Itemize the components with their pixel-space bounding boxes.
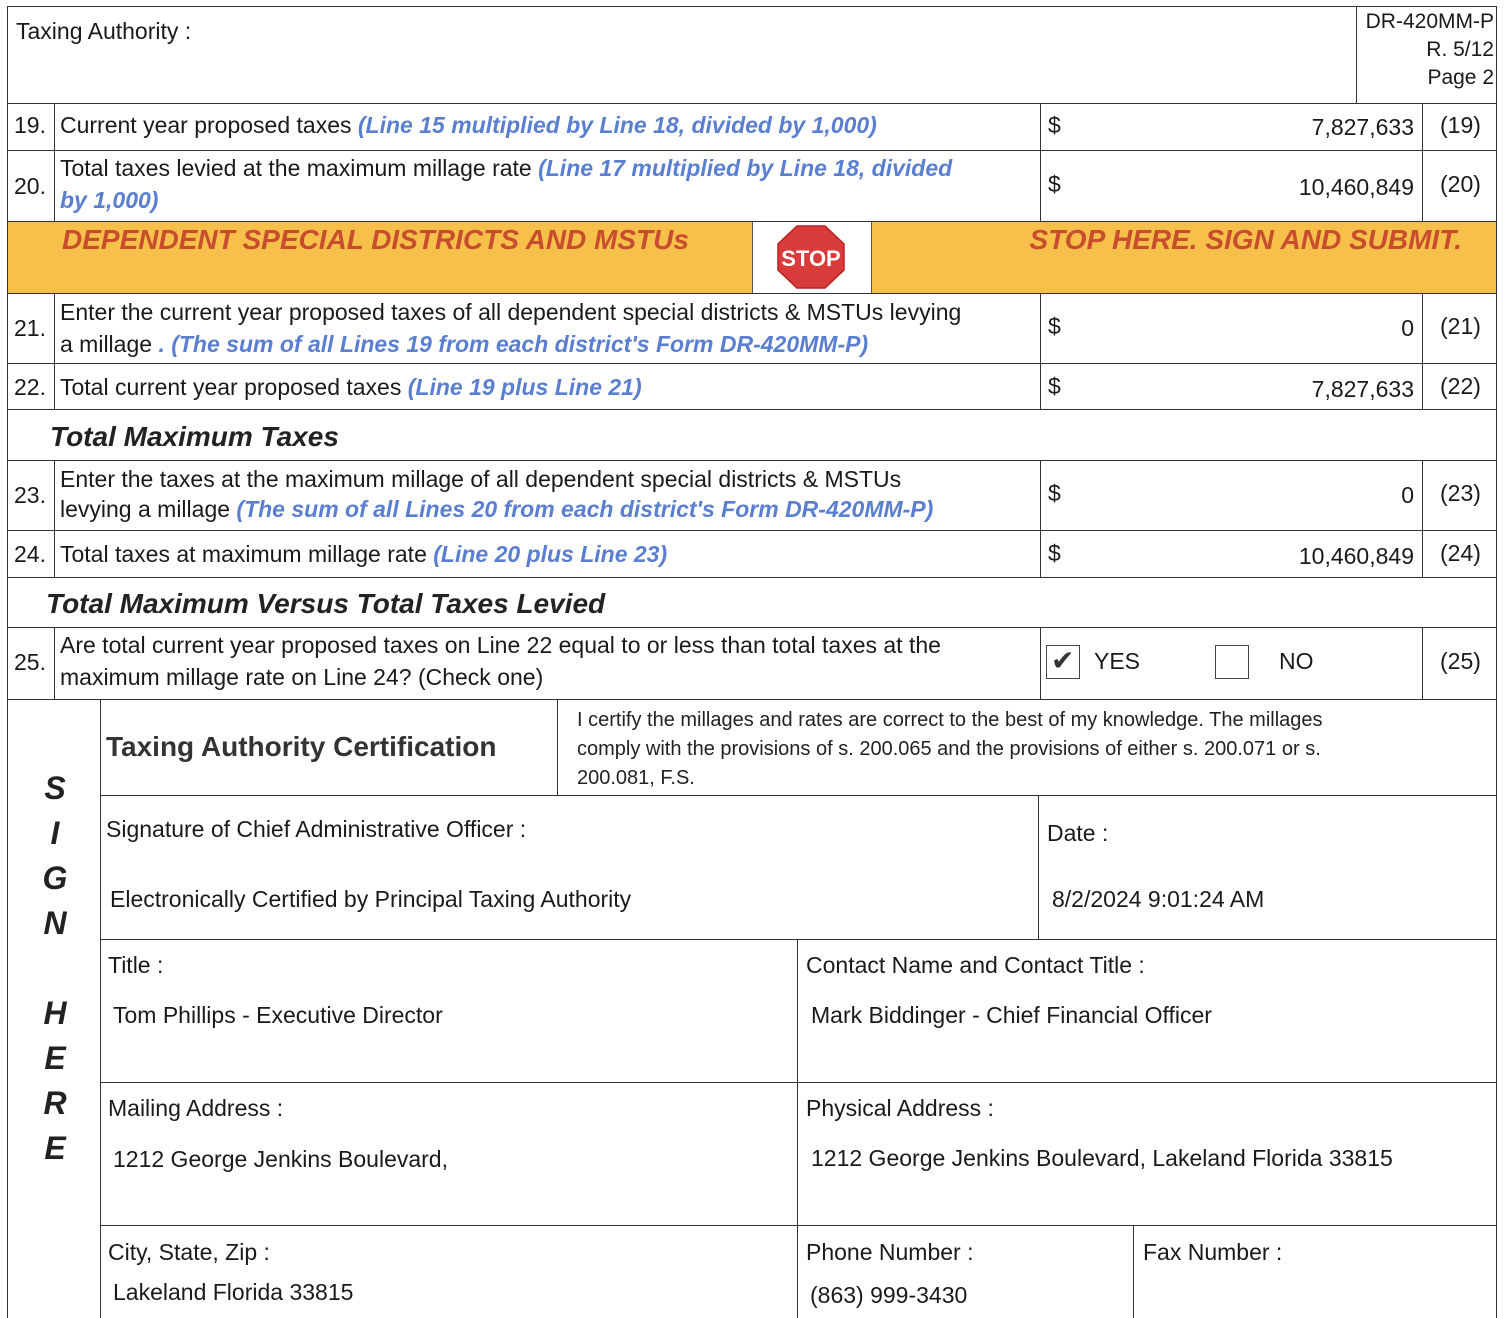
line-ref: (24) [1440,540,1481,566]
line-ref: (19) [1440,112,1481,138]
dollar-sign: $ [1048,171,1061,197]
check-mark-icon: ✔ [1051,645,1075,676]
date-label: Date : [1047,820,1109,846]
line-22-label: Total current year proposed taxes (Line … [60,372,642,402]
mailing-address-value: 1212 George Jenkins Boulevard, [113,1146,448,1172]
line-22-text: Total current year proposed taxes [60,374,402,400]
signature-label: Signature of Chief Administrative Office… [106,816,527,842]
line-23-text: Enter the taxes at the maximum millage o… [60,466,902,492]
physical-address-label: Physical Address : [806,1095,994,1121]
dollar-sign: $ [1048,373,1061,399]
dollar-sign: $ [1048,112,1061,138]
line-21-text: Enter the current year proposed taxes of… [60,299,962,325]
form-id-block: DR-420MM-P R. 5/12 Page 2 [1358,8,1494,92]
line-23-value: 0 [1401,482,1414,508]
line-19-text: Current year proposed taxes [60,112,352,138]
line-19-note: (Line 15 multiplied by Line 18, divided … [357,112,877,138]
certification-title: Taxing Authority Certification [106,731,497,762]
phone-value: (863) 999-3430 [810,1282,968,1308]
fax-label: Fax Number : [1143,1239,1283,1265]
line-ref: (21) [1440,313,1481,339]
sign-letter: G [42,860,68,896]
yes-checkbox[interactable]: ✔ [1046,645,1080,679]
form-revision: R. 5/12 [1426,38,1494,61]
signature-value: Electronically Certified by Principal Ta… [110,886,632,912]
line-21-text-cont: a millage [60,331,153,357]
line-number: 21. [14,315,46,341]
title-label: Title : [108,952,164,978]
line-25-text-cont: maximum millage rate on Line 24? (Check … [60,664,544,690]
form-id: DR-420MM-P [1365,10,1494,33]
line-20-label: Total taxes levied at the maximum millag… [60,153,952,183]
yes-label: YES [1094,648,1141,674]
line-24-note: (Line 20 plus Line 23) [433,541,668,567]
stop-sign-icon: STOP [776,224,846,290]
line-20-text: Total taxes levied at the maximum millag… [60,155,532,181]
line-ref: (25) [1440,648,1481,674]
line-number: 24. [14,541,46,567]
contact-value: Mark Biddinger - Chief Financial Officer [811,1002,1212,1028]
line-23-text-cont: levying a millage [60,496,231,522]
line-22-note: (Line 19 plus Line 21) [407,374,642,400]
sign-letter: H [43,995,67,1031]
city-state-zip-value: Lakeland Florida 33815 [113,1279,354,1305]
taxing-authority-label: Taxing Authority : [16,18,192,44]
line-19-value: 7,827,633 [1311,114,1414,140]
sign-letter: E [44,1130,66,1166]
banner-right-text: STOP HERE. SIGN AND SUBMIT. [1029,224,1462,255]
sign-letter: S [44,770,66,806]
title-value: Tom Phillips - Executive Director [113,1002,443,1028]
line-25-text: Are total current year proposed taxes on… [60,632,941,658]
stop-banner: DEPENDENT SPECIAL DISTRICTS AND MSTUs ST… [8,222,1496,293]
sign-letter: N [43,905,67,941]
line-number: 23. [14,482,46,508]
line-number: 22. [14,374,46,400]
banner-left-text: DEPENDENT SPECIAL DISTRICTS AND MSTUs [62,224,689,255]
city-state-zip-label: City, State, Zip : [108,1239,270,1265]
line-ref: (20) [1440,171,1481,197]
line-23-note: (The sum of all Lines 20 from each distr… [236,496,934,522]
line-20-note: (Line 17 multiplied by Line 18, divided [538,155,953,181]
line-ref: (22) [1440,373,1481,399]
sign-letter: R [43,1085,67,1121]
line-24-label: Total taxes at maximum millage rate (Lin… [60,539,667,569]
contact-label: Contact Name and Contact Title : [806,952,1145,978]
line-20-note-cont: by 1,000) [60,187,159,213]
mailing-address-label: Mailing Address : [108,1095,284,1121]
line-23-label-cont: levying a millage (The sum of all Lines … [60,494,933,524]
line-number: 25. [14,649,46,675]
statement-line: I certify the millages and rates are cor… [577,709,1323,731]
line-21-value: 0 [1401,315,1414,341]
dollar-sign: $ [1048,540,1061,566]
line-24-text: Total taxes at maximum millage rate [60,541,427,567]
stop-sign-text: STOP [781,246,841,271]
no-label: NO [1279,648,1314,674]
phone-label: Phone Number : [806,1239,974,1265]
line-21-label-cont: a millage . (The sum of all Lines 19 fro… [60,329,868,359]
date-value: 8/2/2024 9:01:24 AM [1052,886,1265,912]
line-21-note: . (The sum of all Lines 19 from each dis… [158,331,869,357]
line-number: 19. [14,112,46,138]
sign-letter: I [50,815,60,851]
line-19-label: Current year proposed taxes (Line 15 mul… [60,110,877,140]
statement-line: comply with the provisions of s. 200.065… [577,738,1321,760]
dollar-sign: $ [1048,313,1061,339]
line-22-value: 7,827,633 [1311,376,1414,402]
physical-address-value: 1212 George Jenkins Boulevard, Lakeland … [811,1145,1393,1171]
certification-statement: I certify the millages and rates are cor… [577,706,1323,793]
line-20-value: 10,460,849 [1298,174,1414,200]
section-total-maximum-taxes: Total Maximum Taxes [50,421,339,452]
line-ref: (23) [1440,480,1481,506]
sign-letter: E [44,1040,66,1076]
line-number: 20. [14,173,46,199]
no-checkbox[interactable] [1215,645,1249,679]
section-total-versus: Total Maximum Versus Total Taxes Levied [46,588,606,619]
form-page: Page 2 [1427,66,1494,89]
stop-sign-frame: STOP [752,222,872,293]
line-24-value: 10,460,849 [1298,543,1414,569]
statement-line: 200.081, F.S. [577,767,695,789]
dollar-sign: $ [1048,480,1061,506]
